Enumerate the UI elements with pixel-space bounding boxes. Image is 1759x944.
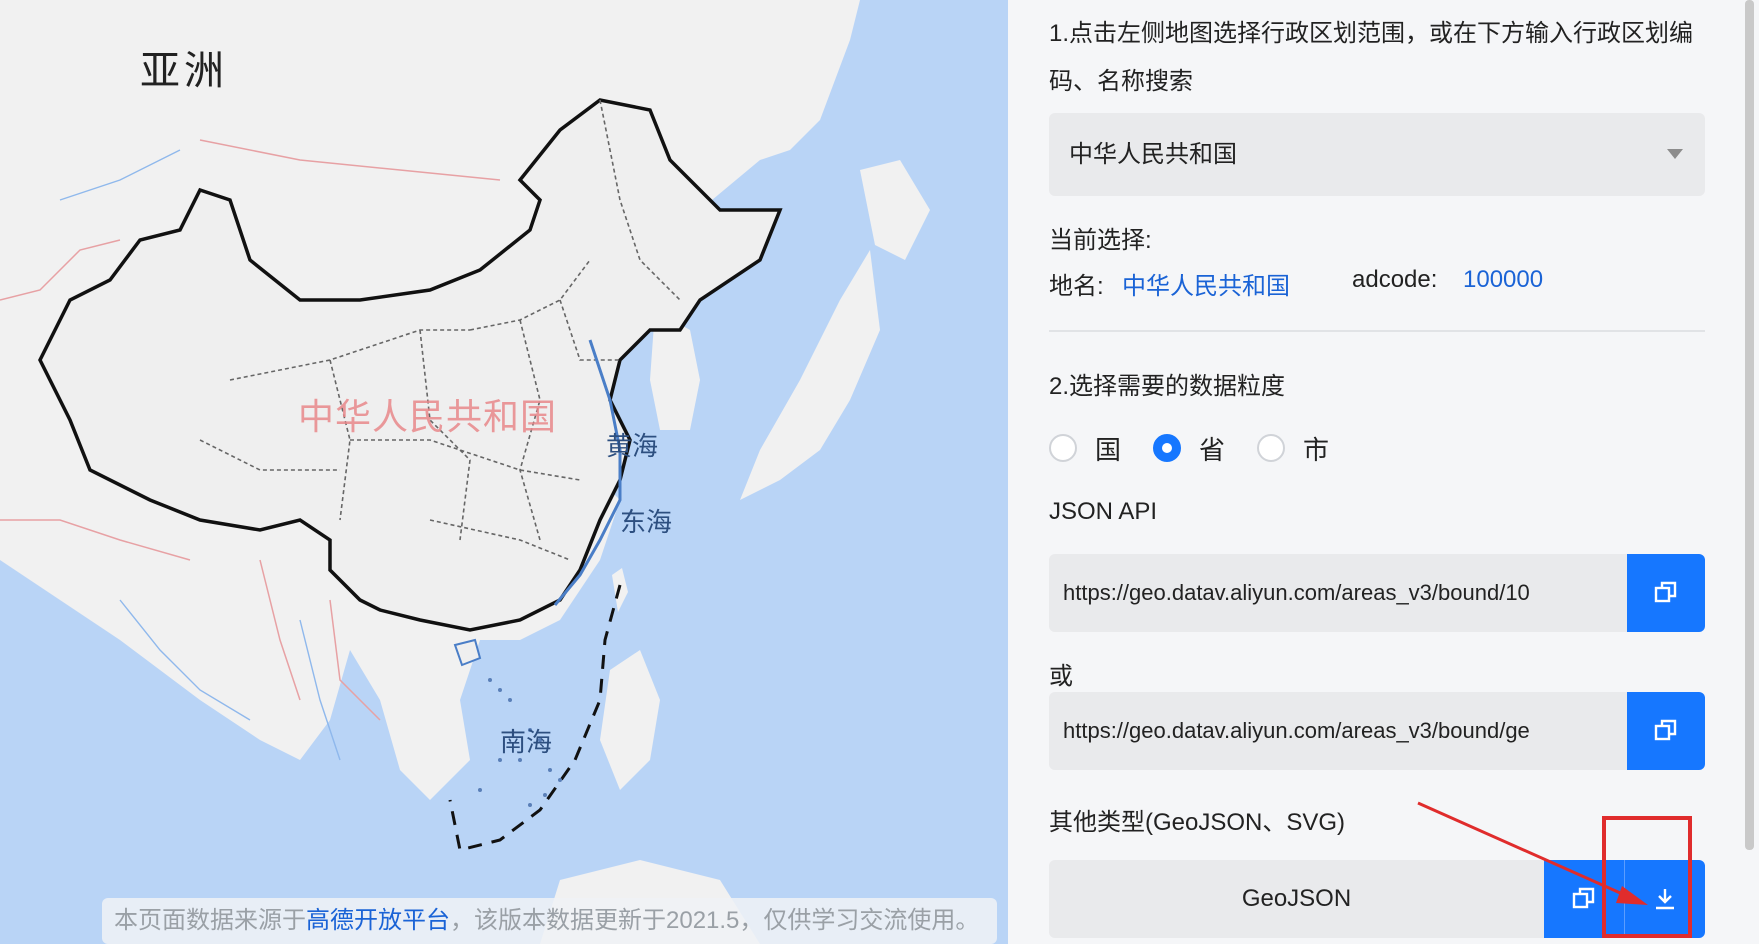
scrollbar[interactable] bbox=[1745, 0, 1754, 850]
step2-instruction: 2.选择需要的数据粒度 bbox=[1049, 373, 1286, 400]
name-label: 地名: bbox=[1049, 273, 1104, 300]
sea-label-yellow: 黄海 bbox=[606, 431, 659, 461]
copy-button-2[interactable] bbox=[1627, 692, 1705, 770]
footer-suffix: ，该版本数据更新于2021.5，仅供学习交流使用。 bbox=[450, 907, 980, 934]
region-select[interactable]: 中华人民共和国 bbox=[1049, 113, 1705, 196]
amap-link[interactable]: 高德开放平台 bbox=[306, 907, 450, 934]
other-types-label: 其他类型(GeoJSON、SVG) bbox=[1049, 809, 1346, 836]
land-hokkaido bbox=[860, 160, 930, 260]
land-philippines bbox=[600, 650, 660, 790]
url-field-2[interactable]: https://geo.datav.aliyun.com/areas_v3/bo… bbox=[1049, 692, 1627, 770]
radio-label: 国 bbox=[1095, 434, 1122, 465]
sea-label-south: 南海 bbox=[500, 727, 553, 757]
or-label: 或 bbox=[1049, 663, 1073, 690]
radio-label: 省 bbox=[1199, 434, 1226, 465]
step1-instruction: 1.点击左侧地图选择行政区划范围，或在下方输入行政区划编码、名称搜索 bbox=[1049, 20, 1694, 95]
radio-country[interactable]: 国 bbox=[1049, 430, 1121, 467]
sea-label-east: 东海 bbox=[620, 507, 673, 537]
copy-icon bbox=[1654, 719, 1677, 741]
copy-button-1[interactable] bbox=[1627, 554, 1705, 632]
name-value: 中华人民共和国 bbox=[1122, 273, 1290, 300]
map-canvas[interactable] bbox=[0, 0, 1008, 944]
continent-label: 亚洲 bbox=[140, 49, 228, 93]
country-label[interactable]: 中华人民共和国 bbox=[298, 388, 557, 440]
json-api-label: JSON API bbox=[1049, 498, 1158, 525]
footer-prefix: 本页面数据来源于 bbox=[114, 907, 306, 934]
copy-icon bbox=[1572, 887, 1595, 909]
divider bbox=[1049, 330, 1705, 332]
radio-province[interactable]: 省 bbox=[1153, 430, 1225, 467]
region-select-value: 中华人民共和国 bbox=[1069, 141, 1237, 168]
granularity-radio-group: 国 省 市 bbox=[1049, 428, 1361, 468]
download-highlight-box bbox=[1602, 816, 1692, 938]
radio-city[interactable]: 市 bbox=[1257, 430, 1329, 467]
geojson-label: GeoJSON bbox=[1049, 860, 1544, 938]
copy-icon bbox=[1654, 581, 1677, 603]
adcode-value: 100000 bbox=[1463, 266, 1544, 293]
url-row-1: https://geo.datav.aliyun.com/areas_v3/bo… bbox=[1049, 554, 1705, 632]
url-row-2: https://geo.datav.aliyun.com/areas_v3/bo… bbox=[1049, 692, 1705, 770]
adcode-label: adcode: bbox=[1352, 266, 1438, 293]
url-field-1[interactable]: https://geo.datav.aliyun.com/areas_v3/bo… bbox=[1049, 554, 1627, 632]
radio-dot-checked[interactable] bbox=[1153, 434, 1182, 462]
land-japan bbox=[740, 250, 880, 500]
data-source-note: 本页面数据来源于高德开放平台，该版本数据更新于2021.5，仅供学习交流使用。 bbox=[102, 898, 997, 944]
radio-dot[interactable] bbox=[1257, 434, 1286, 462]
current-selection-label: 当前选择: bbox=[1049, 227, 1152, 254]
map-view[interactable]: 亚洲 中华人民共和国 黄海 东海 南海 本页面数据来源于高德开放平台，该版本数据… bbox=[0, 0, 1008, 944]
radio-label: 市 bbox=[1303, 434, 1330, 465]
radio-dot[interactable] bbox=[1049, 434, 1077, 462]
caret-down-icon bbox=[1667, 149, 1683, 159]
